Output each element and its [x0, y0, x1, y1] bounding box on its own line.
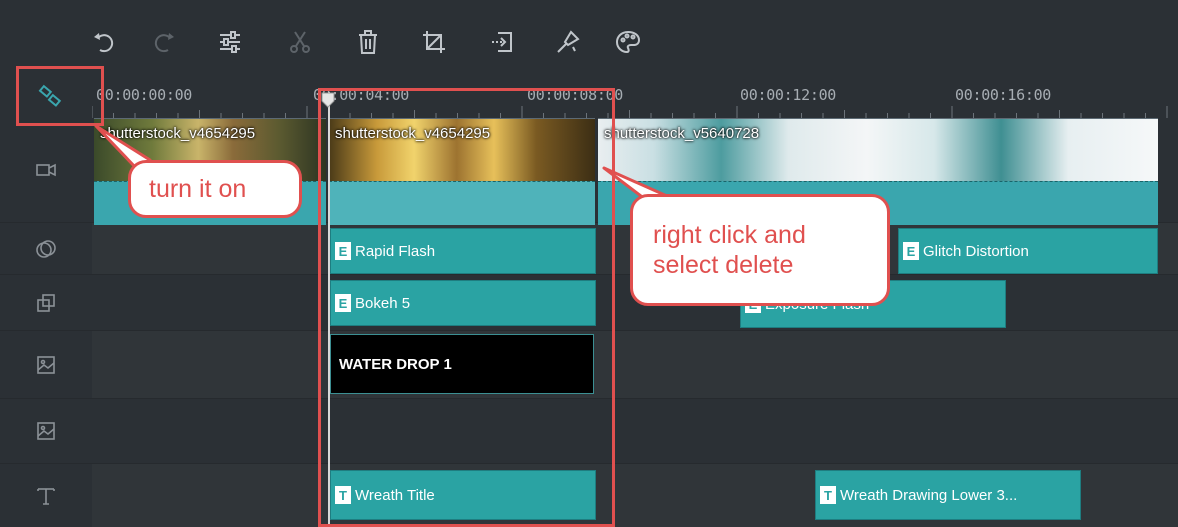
title-clip[interactable]: T Wreath Drawing Lower 3... [815, 470, 1081, 520]
effect-badge: E [903, 242, 919, 260]
pip-track-2[interactable] [92, 399, 1178, 463]
pip-track-header-1 [0, 331, 92, 398]
pip-track-header-2 [0, 399, 92, 463]
text-icon [37, 487, 55, 505]
highlight-clip-column-box [318, 88, 615, 527]
adjust-icon[interactable] [214, 22, 246, 62]
callout-line-1: right click and [653, 221, 806, 249]
callout-turn-on-text: turn it on [149, 175, 247, 203]
effect-icon[interactable] [552, 22, 584, 62]
effects-circles-icon [36, 239, 56, 258]
clip-name: shutterstock_v4654295 [100, 125, 256, 142]
effect-clip-name: Glitch Distortion [923, 242, 1029, 260]
title-clip-name: Wreath Drawing Lower 3... [840, 486, 1018, 504]
callout-line-2: select delete [653, 251, 794, 279]
title-track-header [0, 464, 92, 527]
ruler-ticks [92, 106, 1168, 118]
image-icon [37, 355, 55, 374]
ruler-time-12: 00:00:12:00 [740, 86, 837, 104]
image-icon [37, 422, 55, 440]
delete-icon[interactable] [352, 22, 384, 62]
undo-icon[interactable] [88, 22, 120, 62]
toolbar [0, 0, 1178, 78]
ruler-time-16: 00:00:16:00 [955, 86, 1052, 104]
title-badge: T [820, 486, 836, 504]
cut-icon[interactable] [284, 22, 316, 62]
effects-track-header-2 [0, 275, 92, 330]
redo-icon[interactable] [148, 22, 180, 62]
clip-name: shutterstock_v5640728 [604, 125, 760, 142]
export-icon[interactable] [486, 22, 518, 62]
video-track-header [0, 118, 92, 222]
effect-clip[interactable]: E Glitch Distortion [898, 228, 1158, 274]
callout-turn-on: turn it on [128, 160, 302, 218]
pip-track-1[interactable] [92, 331, 1178, 398]
overlay-squares-icon [37, 293, 55, 312]
ruler-time-0: 00:00:00:00 [96, 86, 193, 104]
crop-icon[interactable] [418, 22, 450, 62]
callout-right-click: right click and select delete [630, 194, 890, 306]
video-camera-icon [36, 163, 56, 177]
effects-track-header-1 [0, 223, 92, 274]
highlight-snap-box [16, 66, 104, 126]
palette-icon[interactable] [612, 22, 644, 62]
